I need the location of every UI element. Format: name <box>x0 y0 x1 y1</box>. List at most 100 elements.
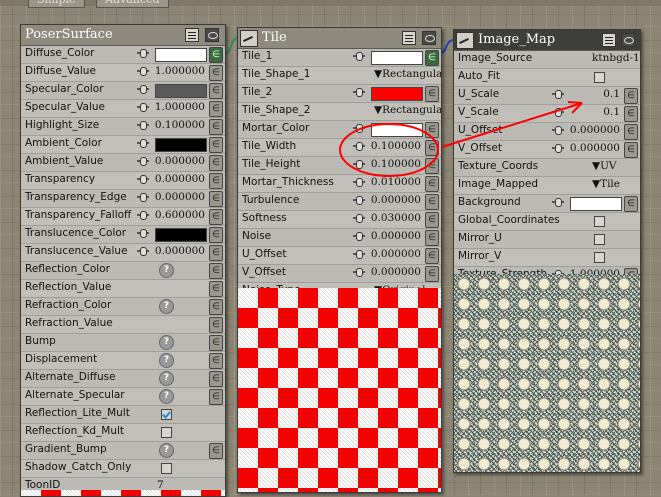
property-row-v-scale[interactable]: V_Scale 0.1 ∈ <box>454 105 640 123</box>
value-field[interactable]: 0.030000 <box>371 212 421 224</box>
property-row-softness[interactable]: Softness 0.030000 ∈ <box>238 211 441 229</box>
dropdown-select[interactable]: ▼UV <box>592 160 617 172</box>
property-row-reflection-kd-mult[interactable]: Reflection_Kd_Mult <box>21 424 225 442</box>
dial-icon[interactable] <box>137 247 149 256</box>
property-row-image-mapped[interactable]: Image_Mapped ▼Tile <box>454 177 640 195</box>
input-plug-icon[interactable]: ∈ <box>425 140 439 156</box>
value-field[interactable]: 0.100000 <box>371 140 421 152</box>
dial-icon[interactable] <box>137 49 149 58</box>
input-plug-icon[interactable]: ∈ <box>209 317 223 333</box>
dial-icon[interactable] <box>137 229 149 238</box>
dial-icon[interactable] <box>137 67 149 76</box>
dial-icon[interactable] <box>552 198 564 207</box>
input-plug-icon[interactable]: ∈ <box>209 155 223 171</box>
property-row-mirror-u[interactable]: Mirror_U <box>454 231 640 249</box>
property-row-diffuse-value[interactable]: Diffuse_Value 1.000000 ∈ <box>21 64 225 82</box>
property-row-mortar-thickness[interactable]: Mortar_Thickness 0.010000 ∈ <box>238 175 441 193</box>
input-plug-icon[interactable]: ∈ <box>425 158 439 174</box>
color-swatch[interactable] <box>570 197 622 211</box>
property-row-mirror-v[interactable]: Mirror_V <box>454 249 640 267</box>
property-row-bump[interactable]: Bump? ∈ <box>21 334 225 352</box>
help-icon[interactable]: ? <box>159 299 174 314</box>
dial-icon[interactable] <box>353 160 365 169</box>
property-row-noise[interactable]: Noise 0.000000 ∈ <box>238 229 441 247</box>
input-plug-icon[interactable]: ∈ <box>209 335 223 351</box>
input-plug-icon[interactable]: ∈ <box>209 137 223 153</box>
collapse-arrow-icon[interactable] <box>456 32 474 49</box>
property-row-transparency-falloff[interactable]: Transparency_Falloff 0.600000 ∈ <box>21 208 225 226</box>
color-swatch[interactable] <box>371 123 423 137</box>
checkbox[interactable] <box>161 427 172 438</box>
input-plug-icon[interactable]: ∈ <box>209 353 223 369</box>
property-row-diffuse-color[interactable]: Diffuse_Color ∈ <box>21 46 225 64</box>
property-row-u-scale[interactable]: U_Scale 0.1 ∈ <box>454 87 640 105</box>
dial-icon[interactable] <box>137 85 149 94</box>
value-field[interactable]: 1.000000 <box>155 65 205 77</box>
checkbox[interactable] <box>594 72 605 83</box>
value-field[interactable]: 0.000000 <box>155 155 205 167</box>
node-menu-icon[interactable] <box>602 33 616 47</box>
input-plug-icon[interactable]: ∈ <box>425 86 439 102</box>
color-swatch[interactable] <box>155 228 207 242</box>
property-row-reflection-lite-mult[interactable]: Reflection_Lite_Mult <box>21 406 225 424</box>
checkbox[interactable] <box>594 252 605 263</box>
color-swatch[interactable] <box>155 48 207 62</box>
property-row-v-offset[interactable]: V_Offset 0.000000 ∈ <box>238 265 441 283</box>
input-plug-icon[interactable]: ∈ <box>624 106 638 122</box>
input-plug-icon[interactable]: ∈ <box>209 83 223 99</box>
input-plug-icon[interactable]: ∈ <box>425 122 439 138</box>
dropdown-select[interactable]: ▼Tile <box>592 178 620 190</box>
help-icon[interactable]: ? <box>159 353 174 368</box>
dial-icon[interactable] <box>137 157 149 166</box>
node-menu-icon[interactable] <box>402 31 416 45</box>
property-row-ambient-color[interactable]: Ambient_Color ∈ <box>21 136 225 154</box>
input-plug-icon[interactable]: ∈ <box>624 88 638 104</box>
property-row-tile-width[interactable]: Tile_Width 0.100000 ∈ <box>238 139 441 157</box>
property-row-auto-fit[interactable]: Auto_Fit <box>454 69 640 87</box>
dial-icon[interactable] <box>353 178 365 187</box>
collapse-arrow-icon[interactable] <box>240 30 258 47</box>
checkbox[interactable] <box>594 216 605 227</box>
property-row-texture-coords[interactable]: Texture_Coords ▼UV <box>454 159 640 177</box>
property-row-background[interactable]: Background ∈ <box>454 195 640 213</box>
dial-icon[interactable] <box>353 142 365 151</box>
property-row-transparency-edge[interactable]: Transparency_Edge 0.000000 ∈ <box>21 190 225 208</box>
property-row-transparency[interactable]: Transparency 0.000000 ∈ <box>21 172 225 190</box>
property-row-displacement[interactable]: Displacement? ∈ <box>21 352 225 370</box>
property-row-global-coordinates[interactable]: Global_Coordinates <box>454 213 640 231</box>
dial-icon[interactable] <box>137 193 149 202</box>
image-map-node[interactable]: Image_Map Image_Source ktnbgd-10 Auto_Fit U… <box>453 29 641 473</box>
value-field[interactable]: 0.000000 <box>155 245 205 257</box>
property-row-u-offset[interactable]: U_Offset 0.000000 ∈ <box>238 247 441 265</box>
property-row-alternate-diffuse[interactable]: Alternate_Diffuse? ∈ <box>21 370 225 388</box>
dial-icon[interactable] <box>353 124 365 133</box>
dial-icon[interactable] <box>353 268 365 277</box>
property-row-u-offset[interactable]: U_Offset 0.000000 ∈ <box>454 123 640 141</box>
property-row-tile-1[interactable]: Tile_1 ∈ <box>238 49 441 67</box>
help-icon[interactable]: ? <box>159 443 174 458</box>
input-plug-icon[interactable]: ∈ <box>209 227 223 243</box>
color-swatch[interactable] <box>371 87 423 101</box>
property-row-alternate-specular[interactable]: Alternate_Specular? ∈ <box>21 388 225 406</box>
input-plug-icon[interactable]: ∈ <box>209 245 223 261</box>
input-plug-icon[interactable]: ∈ <box>425 248 439 264</box>
image-map-header[interactable]: Image_Map <box>454 30 640 51</box>
tab-simple[interactable]: Simple <box>28 0 85 8</box>
property-row-translucence-value[interactable]: Translucence_Value 0.000000 ∈ <box>21 244 225 262</box>
dial-icon[interactable] <box>552 90 564 99</box>
property-row-mortar-color[interactable]: Mortar_Color ∈ <box>238 121 441 139</box>
value-field[interactable]: 0.010000 <box>371 176 421 188</box>
dial-icon[interactable] <box>353 196 365 205</box>
dial-icon[interactable] <box>137 211 149 220</box>
value-field[interactable]: 0.1 <box>603 106 620 118</box>
input-plug-icon[interactable]: ∈ <box>624 124 638 140</box>
preview-toggle-icon[interactable] <box>621 33 635 47</box>
dial-icon[interactable] <box>353 214 365 223</box>
dial-icon[interactable] <box>137 139 149 148</box>
dial-icon[interactable] <box>137 175 149 184</box>
tab-advanced[interactable]: Advanced <box>96 0 169 8</box>
property-row-gradient-bump[interactable]: Gradient_Bump? ∈ <box>21 442 225 460</box>
property-row-highlight-size[interactable]: Highlight_Size 0.100000 ∈ <box>21 118 225 136</box>
input-plug-icon[interactable]: ∈ <box>209 299 223 315</box>
property-row-refraction-value[interactable]: Refraction_Value ∈ <box>21 316 225 334</box>
